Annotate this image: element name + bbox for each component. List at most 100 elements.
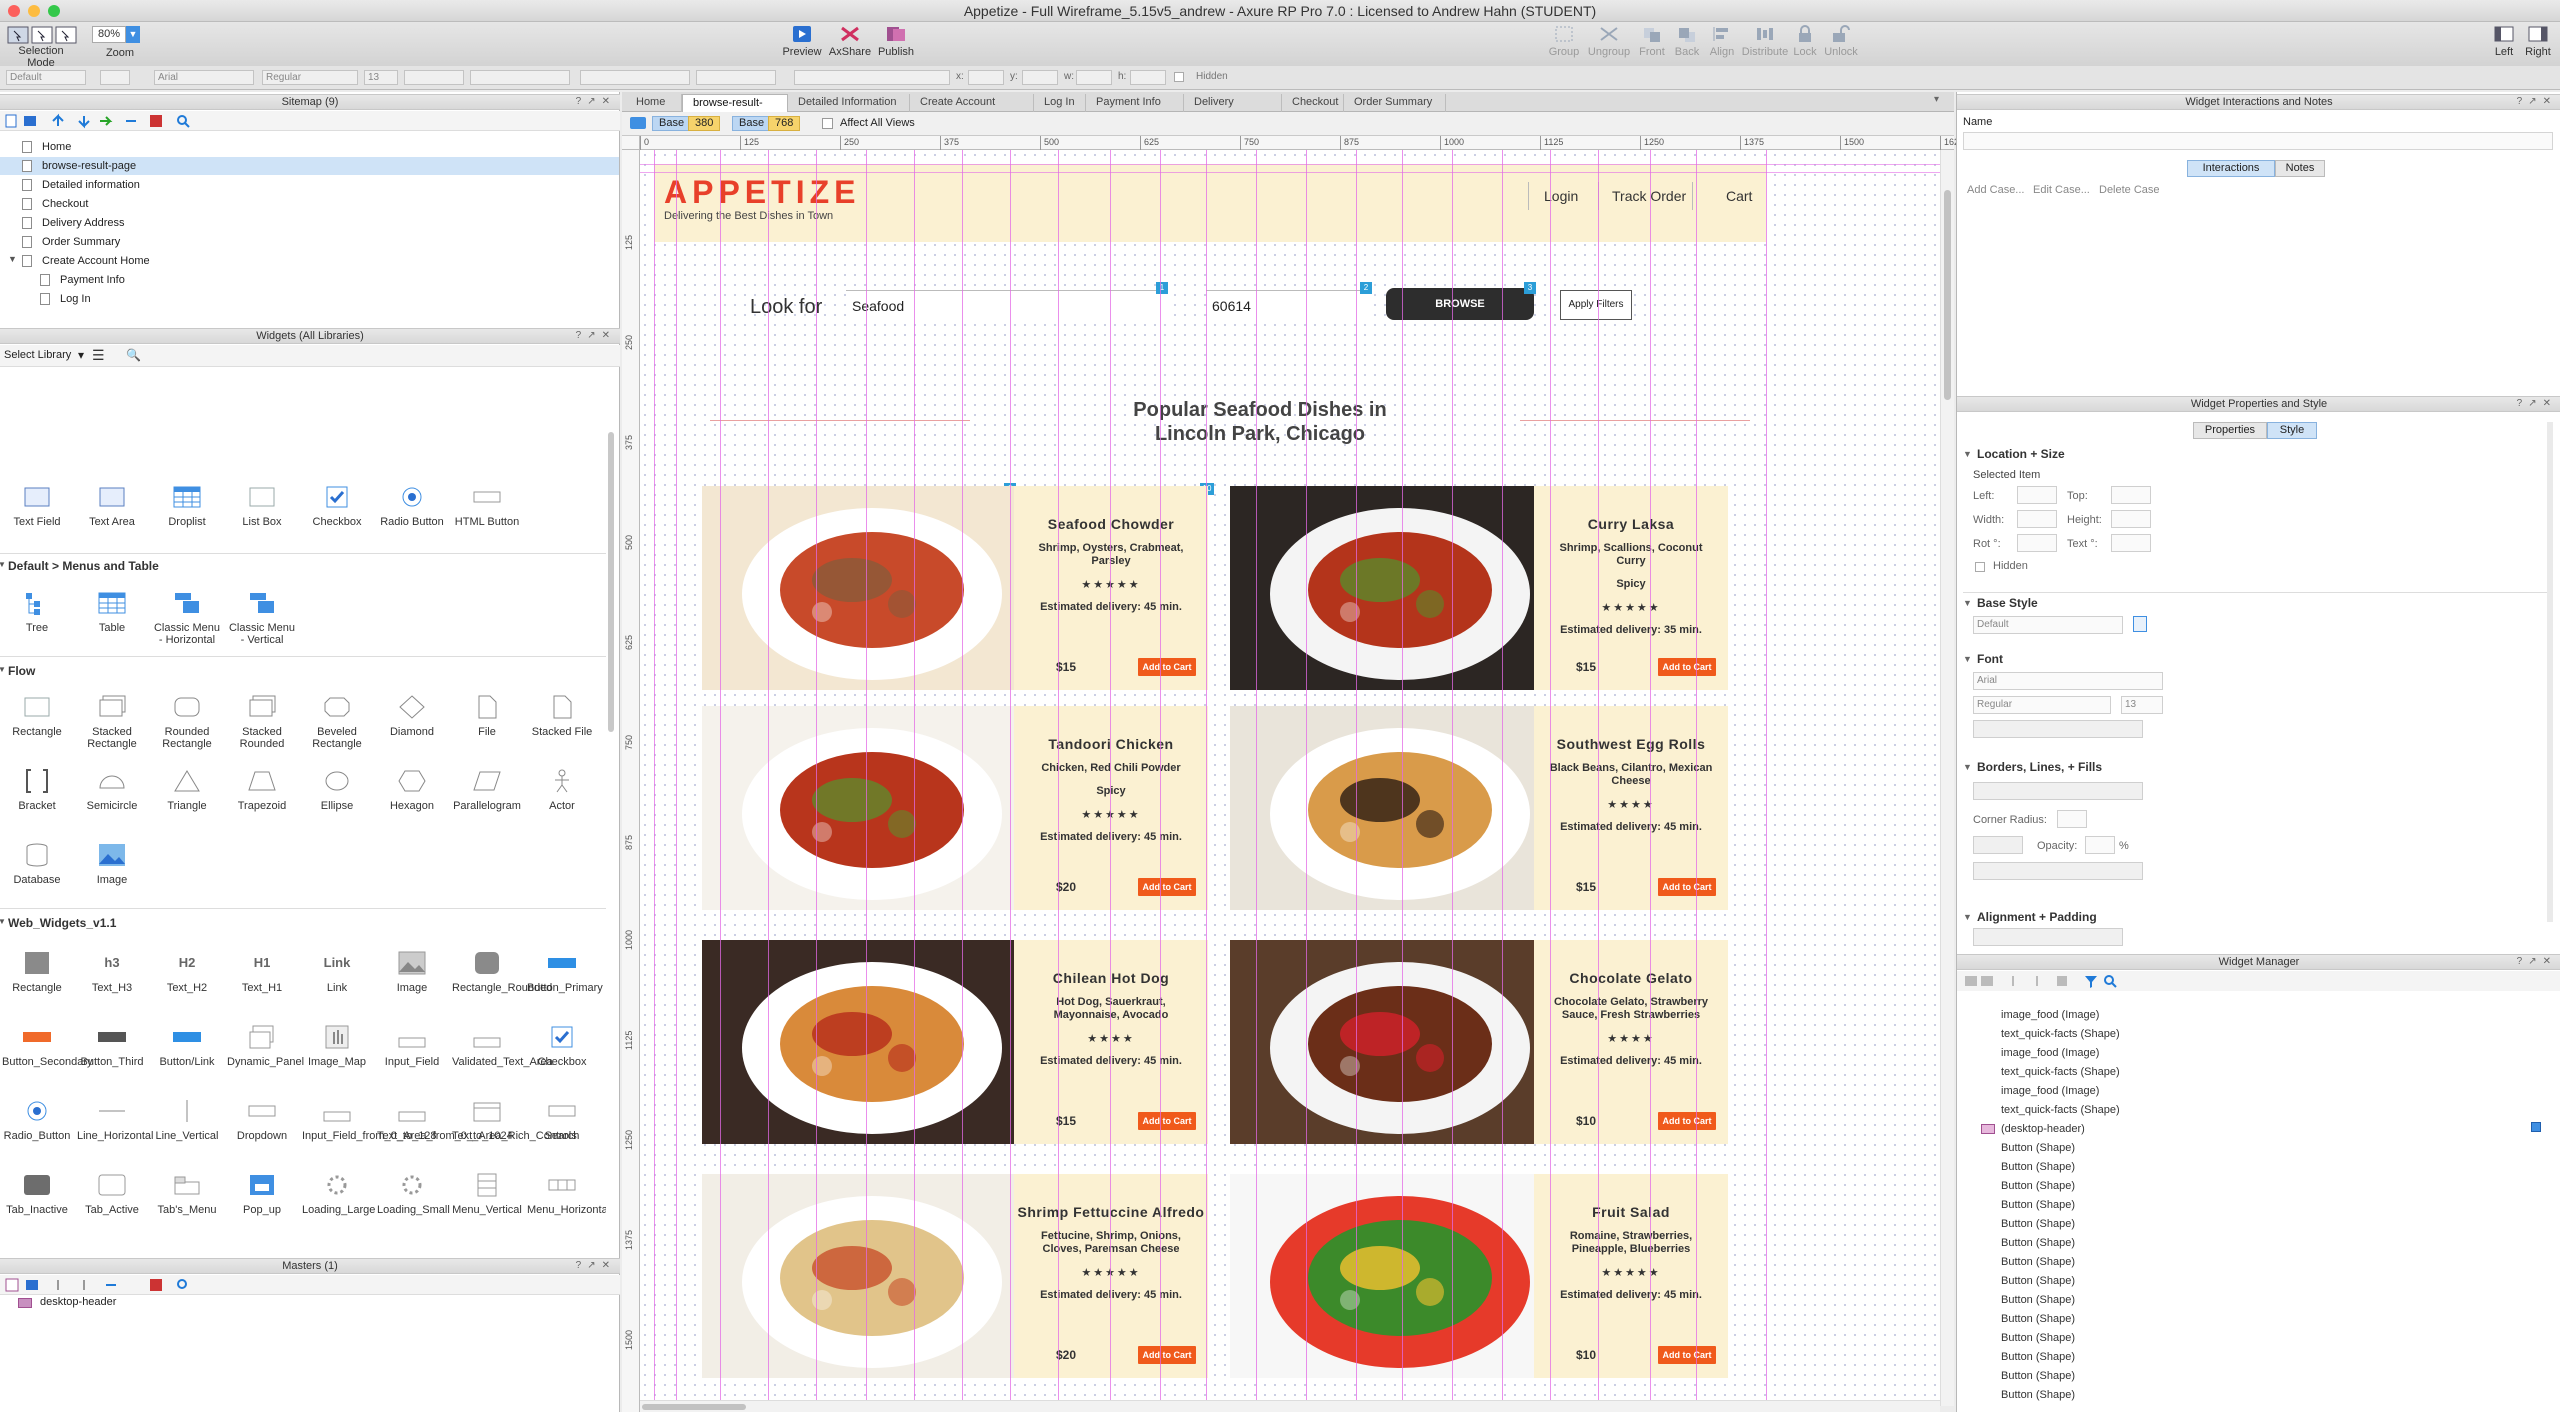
widget-manager-item[interactable]: Button (Shape) [2001, 1367, 2075, 1386]
section-header-web-widgets[interactable]: Web_Widgets_v1.1 [8, 916, 116, 930]
collapse-icon[interactable]: ▼ [1963, 654, 1972, 664]
widget-item[interactable]: Radio_Button [2, 1098, 72, 1142]
tab-style[interactable]: Style [2267, 422, 2317, 439]
scroll-thumb[interactable] [1944, 190, 1951, 400]
group-button[interactable]: Group [1544, 25, 1584, 58]
adaptive-views-icon[interactable] [630, 117, 646, 129]
preview-button[interactable]: Preview [780, 25, 824, 58]
widget-item[interactable]: H2 Text_H2 [152, 950, 222, 994]
widget-manager-item[interactable]: image_food (Image) [2001, 1006, 2099, 1025]
tab-checkout[interactable]: Checkout [1282, 94, 1344, 112]
widget-item[interactable]: Rounded Rectangle [152, 694, 222, 750]
sitemap-item[interactable]: Detailed information [42, 176, 140, 194]
widget-item[interactable]: Menu_Vertical [452, 1172, 522, 1216]
zoom-input[interactable]: 80% [92, 26, 126, 43]
sitemap-item[interactable]: Order Summary [42, 233, 120, 251]
widget-item[interactable]: Search [527, 1098, 597, 1142]
style-dropdown[interactable]: Default [6, 70, 86, 85]
tab-interactions[interactable]: Interactions [2187, 160, 2275, 177]
fill-color-button[interactable] [1973, 836, 2023, 854]
widget-item[interactable]: Ellipse [302, 768, 372, 812]
food-image[interactable] [702, 486, 1014, 690]
panel-controls-icon[interactable]: ?↗✕ [2517, 95, 2557, 109]
widget-item[interactable]: Database [2, 842, 72, 886]
chevron-down-icon[interactable]: ▼ [0, 917, 6, 926]
panel-controls-icon[interactable]: ?↗✕ [576, 329, 616, 343]
widget-item[interactable]: h3 Text_H3 [77, 950, 147, 994]
sitemap-item[interactable]: browse-result-page [42, 157, 136, 175]
view-base-2[interactable]: Base [732, 116, 772, 131]
tab-notes[interactable]: Notes [2275, 160, 2325, 177]
design-canvas[interactable]: APPETIZE Delivering the Best Dishes in T… [640, 150, 1940, 1406]
widget-item[interactable]: HTML Button [452, 484, 522, 528]
widget-item[interactable]: Button_Secondary [2, 1024, 93, 1068]
text-format-buttons[interactable] [1973, 720, 2143, 738]
food-image[interactable] [702, 1174, 1014, 1378]
widget-manager-item[interactable]: Button (Shape) [2001, 1291, 2075, 1310]
widget-item[interactable]: Input_Field_from_0_to_128 [302, 1098, 437, 1142]
weight-dropdown[interactable]: Regular [262, 70, 358, 85]
tab-properties[interactable]: Properties [2193, 422, 2267, 439]
font-weight-dropdown[interactable]: Regular [1973, 696, 2111, 714]
base-style-dropdown[interactable]: Default [1973, 616, 2123, 634]
sitemap-item[interactable]: Create Account Home [42, 252, 150, 270]
tab-log-in[interactable]: Log In [1034, 94, 1086, 112]
widget-item[interactable]: Actor [527, 768, 597, 812]
widget-item[interactable]: Image [77, 842, 147, 886]
widget-item[interactable]: Radio Button [377, 484, 447, 528]
widget-item[interactable]: Rectangle [2, 950, 72, 994]
w-field[interactable] [1076, 70, 1112, 85]
food-image[interactable] [1230, 1174, 1542, 1378]
add-to-cart-button[interactable]: Add to Cart [1138, 1112, 1196, 1130]
widget-manager-item[interactable]: Button (Shape) [2001, 1196, 2075, 1215]
widget-item[interactable]: Loading_Small [377, 1172, 450, 1216]
zoom-window-button[interactable] [48, 5, 60, 17]
widget-manager-item[interactable]: text_quick-facts (Shape) [2001, 1063, 2120, 1082]
selection-mode-button[interactable]: Selection Mode [6, 25, 77, 69]
ungroup-button[interactable]: Ungroup [1584, 25, 1634, 58]
widget-item[interactable]: Stacked Rounded [227, 694, 297, 750]
width-field[interactable] [2017, 510, 2057, 528]
widget-item[interactable]: Image [377, 950, 447, 994]
tab-delivery-address[interactable]: Delivery Address [1184, 94, 1282, 125]
nav-cart[interactable]: Cart [1726, 188, 1752, 204]
widget-item[interactable]: Text_Area_Rich_Controls [452, 1098, 577, 1142]
height-field[interactable] [2111, 510, 2151, 528]
view-380[interactable]: 380 [688, 116, 721, 131]
widget-manager-item[interactable]: image_food (Image) [2001, 1044, 2099, 1063]
food-image[interactable] [702, 940, 1014, 1144]
widget-item[interactable]: Loading_Large [302, 1172, 375, 1216]
border-buttons[interactable] [1973, 782, 2143, 800]
minimize-window-button[interactable] [28, 5, 40, 17]
add-to-cart-button[interactable]: Add to Cart [1658, 1112, 1716, 1130]
widget-item[interactable]: Beveled Rectangle [302, 694, 372, 750]
section-header-menus[interactable]: Default > Menus and Table [8, 559, 159, 573]
widget-item[interactable]: Image_Map [302, 1024, 372, 1068]
color-buttons[interactable] [470, 70, 570, 85]
desktop-header[interactable]: APPETIZE Delivering the Best Dishes in T… [654, 164, 1766, 242]
widget-item[interactable]: Rectangle_Rounded [452, 950, 552, 994]
border-buttons[interactable] [696, 70, 776, 85]
widget-item[interactable]: Classic Menu - Horizontal [152, 590, 222, 646]
widget-manager-item[interactable]: Button (Shape) [2001, 1310, 2075, 1329]
collapse-icon[interactable]: ▼ [1963, 912, 1972, 922]
sitemap-item[interactable]: Log In [60, 290, 91, 308]
zoom-control[interactable]: 80% ▼ Zoom [92, 26, 148, 59]
chevron-down-icon[interactable]: ▼ [0, 560, 6, 569]
top-field[interactable] [2111, 486, 2151, 504]
widget-manager-item[interactable]: Button (Shape) [2001, 1215, 2075, 1234]
font-dropdown[interactable]: Arial [154, 70, 254, 85]
food-image[interactable] [702, 706, 1014, 910]
canvas-horizontal-scrollbar[interactable] [640, 1400, 1940, 1412]
view-768[interactable]: 768 [768, 116, 801, 131]
widget-item[interactable]: Tab_Inactive [2, 1172, 72, 1216]
chevron-down-icon[interactable]: ▼ [126, 26, 140, 43]
panel-controls-icon[interactable]: ?↗✕ [2517, 397, 2557, 411]
panel-controls-icon[interactable]: ?↗✕ [2517, 955, 2557, 969]
back-button[interactable]: Back [1670, 25, 1704, 58]
tab-home[interactable]: Home [626, 94, 682, 112]
select-library-dropdown[interactable]: Select Library [4, 349, 71, 361]
corner-radius-field[interactable] [2057, 810, 2087, 828]
font-size-dropdown[interactable]: 13 [2121, 696, 2163, 714]
collapse-icon[interactable]: ▼ [1963, 449, 1972, 459]
